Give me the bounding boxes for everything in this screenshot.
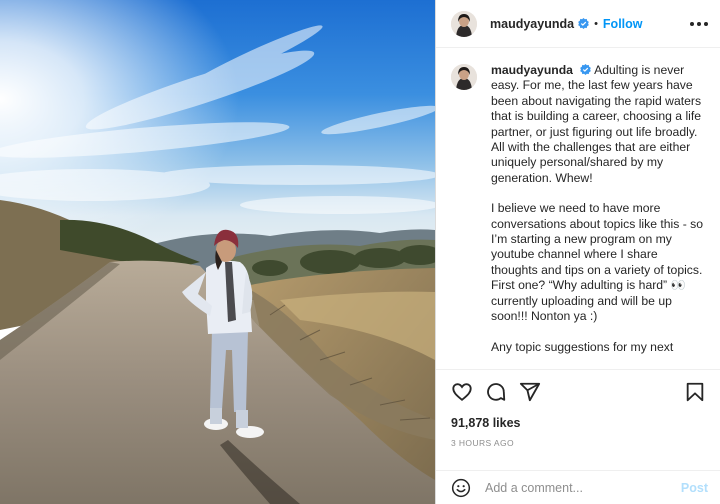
follow-button[interactable]: Follow (603, 17, 643, 31)
comment-form: Post (436, 470, 720, 504)
caption-text: maudyayunda Adulting is never easy. For … (491, 63, 705, 355)
avatar[interactable] (451, 10, 477, 37)
caption-avatar[interactable] (451, 64, 477, 90)
post-username[interactable]: maudyayunda (490, 17, 574, 31)
comment-icon[interactable] (485, 381, 507, 403)
caption-paragraph-2: I believe we need to have more conversat… (491, 201, 704, 324)
share-icon[interactable] (519, 381, 541, 403)
caption: maudyayunda Adulting is never easy. For … (451, 63, 706, 355)
post-image (0, 0, 435, 504)
bookmark-icon[interactable] (684, 381, 706, 403)
separator-dot: • (594, 17, 598, 30)
verified-badge-icon (578, 18, 589, 29)
comment-input[interactable] (485, 480, 665, 495)
post-comment-button[interactable]: Post (681, 481, 708, 495)
post-photo[interactable] (0, 0, 435, 504)
caption-paragraph-3: Any topic suggestions for my next (491, 339, 674, 354)
caption-scroll-area[interactable]: maudyayunda Adulting is never easy. For … (436, 48, 720, 369)
post-header: maudyayunda • Follow (436, 0, 720, 48)
caption-username[interactable]: maudyayunda (491, 63, 573, 77)
post-timestamp[interactable]: 3 hours ago (451, 438, 706, 448)
heart-icon[interactable] (451, 381, 473, 403)
instagram-post: maudyayunda • Follow maudyayunda Adultin… (0, 0, 720, 504)
emoji-icon[interactable] (451, 478, 471, 498)
caption-verified-badge-icon (580, 64, 592, 75)
caption-paragraph-1: Adulting is never easy. For me, the last… (491, 63, 702, 185)
more-options-icon[interactable] (690, 16, 708, 32)
likes-count[interactable]: 91,878 likes (451, 416, 706, 430)
post-side-panel: maudyayunda • Follow maudyayunda Adultin… (435, 0, 720, 504)
post-actions: 91,878 likes 3 hours ago (436, 369, 720, 448)
